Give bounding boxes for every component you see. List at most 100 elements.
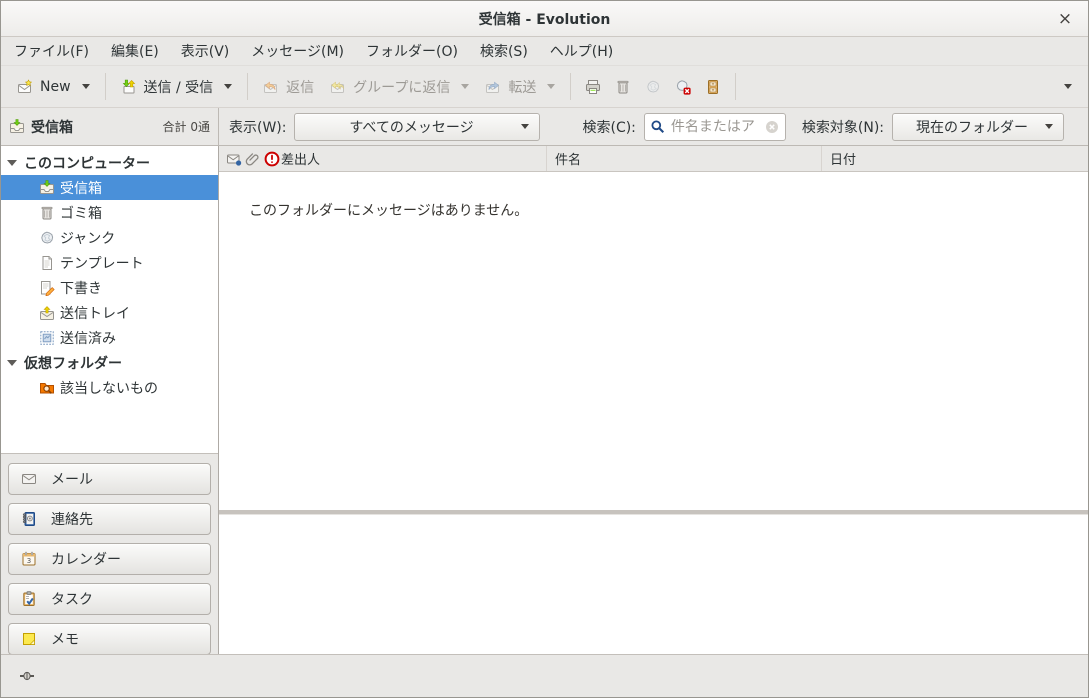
search-scope-label: 検索対象(N): xyxy=(802,117,884,137)
toolbar-separator xyxy=(570,73,571,100)
inbox-icon xyxy=(39,180,55,196)
search-input[interactable] xyxy=(671,119,759,135)
menu-folder[interactable]: フォルダー(O) xyxy=(355,37,469,65)
folder-item[interactable]: 下書き xyxy=(1,275,218,300)
clear-search-icon[interactable] xyxy=(764,119,780,135)
archive-icon xyxy=(705,79,721,95)
filter-controls: 表示(W): すべてのメッセージ 検索(C): 検索対象(N): 現在のフォルダ… xyxy=(219,108,1088,145)
switcher-button-calendar[interactable]: 3カレンダー xyxy=(8,543,211,575)
message-pane: 差出人 件名 日付 このフォルダーにメッセージはありません。 xyxy=(219,146,1088,654)
search-box xyxy=(644,113,786,141)
archive-button[interactable] xyxy=(698,73,728,101)
filterbar: 受信箱 合計 0通 表示(W): すべてのメッセージ 検索(C): 検索対象(N… xyxy=(1,108,1088,146)
delete-button[interactable] xyxy=(608,73,638,101)
switcher-button-tasks[interactable]: タスク xyxy=(8,583,211,615)
junk-button[interactable] xyxy=(638,73,668,101)
menu-search[interactable]: 検索(S) xyxy=(469,37,539,65)
expander-icon[interactable] xyxy=(7,360,17,366)
outbox-icon xyxy=(39,305,55,321)
online-status-button[interactable] xyxy=(15,664,39,688)
chevron-down-icon xyxy=(461,84,469,89)
message-list[interactable]: このフォルダーにメッセージはありません。 xyxy=(219,172,1088,510)
reply-button[interactable]: 返信 xyxy=(255,71,322,103)
toolbar-separator xyxy=(247,73,248,100)
draft-icon xyxy=(39,280,55,296)
memo-icon xyxy=(21,631,37,647)
folder-item[interactable]: 送信トレイ xyxy=(1,300,218,325)
message-count: 合計 0通 xyxy=(163,118,210,135)
search-label: 検索(C): xyxy=(582,117,635,137)
column-subject[interactable]: 件名 xyxy=(546,146,581,171)
forward-button[interactable]: 転送 xyxy=(477,71,563,103)
empty-folder-message: このフォルダーにメッセージはありません。 xyxy=(249,200,528,220)
new-mail-icon xyxy=(17,79,33,95)
tasks-icon xyxy=(21,591,37,607)
chevron-down-icon xyxy=(224,84,232,89)
current-folder-name: 受信箱 xyxy=(31,117,73,137)
folder-item[interactable]: ジャンク xyxy=(1,225,218,250)
print-button[interactable] xyxy=(578,73,608,101)
switcher-button-mail[interactable]: メール xyxy=(8,463,211,495)
reply-group-button[interactable]: グループに返信 xyxy=(322,71,477,103)
template-icon xyxy=(39,255,55,271)
menu-help[interactable]: ヘルプ(H) xyxy=(539,37,624,65)
titlebar: 受信箱 - Evolution × xyxy=(1,1,1088,37)
folder-info-panel: 受信箱 合計 0通 xyxy=(1,108,219,145)
menu-message[interactable]: メッセージ(M) xyxy=(240,37,355,65)
message-list-header[interactable]: 差出人 件名 日付 xyxy=(219,146,1088,172)
folder-item[interactable]: 該当しないもの xyxy=(1,375,218,400)
message-filter-dropdown[interactable]: すべてのメッセージ xyxy=(294,113,540,141)
toolbar-separator xyxy=(735,73,736,100)
chevron-down-icon xyxy=(547,84,555,89)
reply-icon xyxy=(263,79,279,95)
preview-pane xyxy=(219,514,1088,654)
column-from[interactable]: 差出人 xyxy=(281,146,320,171)
folder-group-0[interactable]: このコンピューター xyxy=(1,150,218,175)
menu-file[interactable]: ファイル(F) xyxy=(3,37,100,65)
not-junk-icon xyxy=(675,79,691,95)
switcher-button-memo[interactable]: メモ xyxy=(8,623,211,655)
search-icon xyxy=(650,119,666,135)
inbox-icon xyxy=(9,119,25,135)
folder-item[interactable]: 受信箱 xyxy=(1,175,218,200)
message-status-column-icon[interactable] xyxy=(226,151,242,167)
menubar: ファイル(F) 編集(E) 表示(V) メッセージ(M) フォルダー(O) 検索… xyxy=(1,37,1088,66)
folder-item[interactable]: 送信済み xyxy=(1,325,218,350)
content-area: このコンピューター受信箱ゴミ箱ジャンクテンプレート下書き送信トレイ送信済み仮想フ… xyxy=(1,146,1088,654)
search-folder-icon xyxy=(39,380,55,396)
sidebar: このコンピューター受信箱ゴミ箱ジャンクテンプレート下書き送信トレイ送信済み仮想フ… xyxy=(1,146,219,654)
toolbar-separator xyxy=(105,73,106,100)
switcher-button-contacts[interactable]: 連絡先 xyxy=(8,503,211,535)
attachment-column-icon[interactable] xyxy=(245,151,261,167)
toolbar-overflow-button[interactable] xyxy=(1052,78,1080,95)
important-column-icon[interactable] xyxy=(264,151,280,167)
chevron-down-icon xyxy=(521,124,529,129)
folder-item[interactable]: ゴミ箱 xyxy=(1,200,218,225)
search-scope-dropdown[interactable]: 現在のフォルダー xyxy=(892,113,1064,141)
sent-icon xyxy=(39,330,55,346)
svg-text:3: 3 xyxy=(27,557,31,565)
new-message-button[interactable]: New xyxy=(9,73,98,101)
chevron-down-icon xyxy=(1045,124,1053,129)
window-title: 受信箱 - Evolution xyxy=(479,9,611,29)
statusbar xyxy=(1,654,1088,697)
send-receive-button[interactable]: 送信 / 受信 xyxy=(113,71,241,103)
menu-view[interactable]: 表示(V) xyxy=(170,37,241,65)
folder-tree: このコンピューター受信箱ゴミ箱ジャンクテンプレート下書き送信トレイ送信済み仮想フ… xyxy=(1,146,218,454)
junk-icon xyxy=(645,79,661,95)
not-junk-button[interactable] xyxy=(668,73,698,101)
printer-icon xyxy=(585,79,601,95)
folder-item[interactable]: テンプレート xyxy=(1,250,218,275)
close-icon[interactable]: × xyxy=(1052,6,1078,32)
component-switcher: メール連絡先 3カレンダータスクメモ xyxy=(1,454,218,664)
column-date[interactable]: 日付 xyxy=(821,146,856,171)
mail-icon xyxy=(21,471,37,487)
menu-edit[interactable]: 編集(E) xyxy=(100,37,170,65)
reply-all-icon xyxy=(330,79,346,95)
junk-icon xyxy=(39,230,55,246)
expander-icon[interactable] xyxy=(7,160,17,166)
evolution-window: 受信箱 - Evolution × ファイル(F) 編集(E) 表示(V) メッ… xyxy=(0,0,1089,698)
toolbar: New 送信 / 受信 返信 グループに返信 転送 xyxy=(1,66,1088,108)
folder-group-1[interactable]: 仮想フォルダー xyxy=(1,350,218,375)
calendar-icon: 3 xyxy=(21,551,37,567)
